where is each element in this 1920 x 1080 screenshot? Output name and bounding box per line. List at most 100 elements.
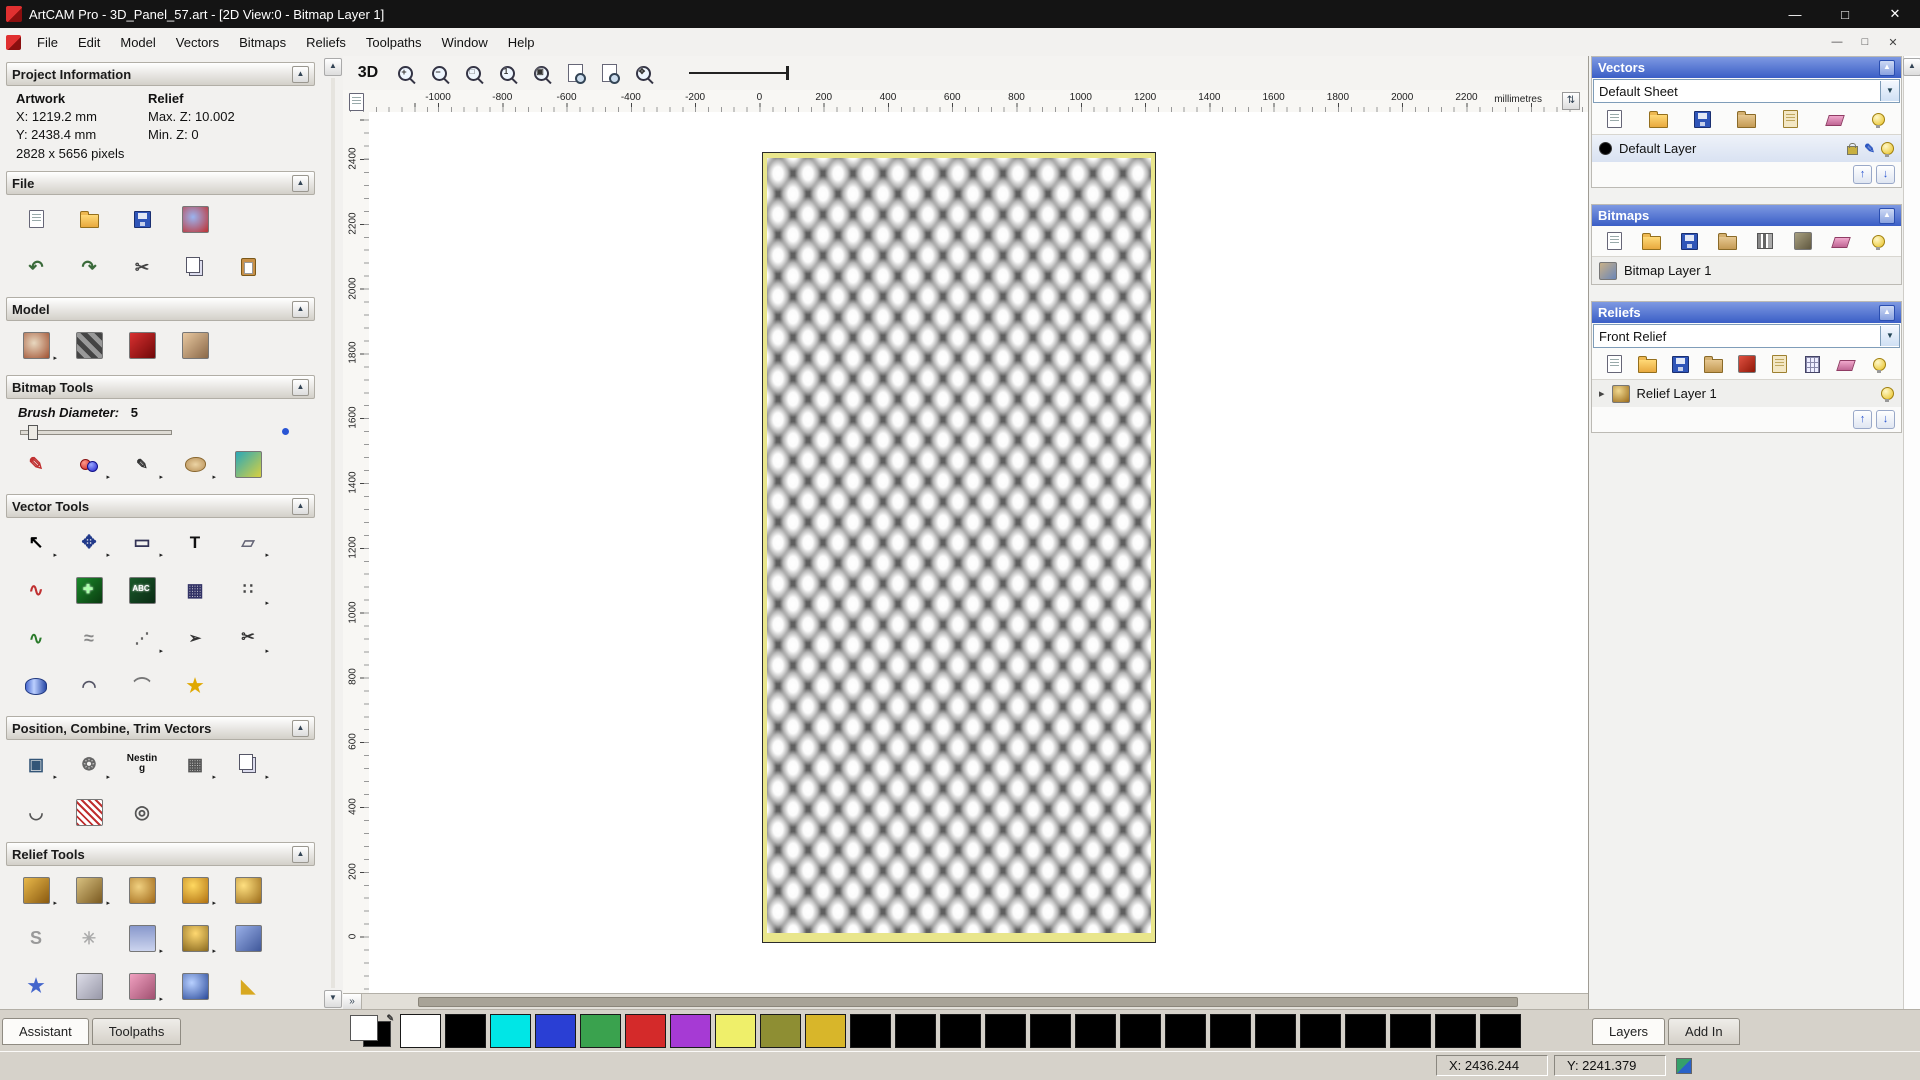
collapse-icon[interactable]: ▲	[292, 379, 309, 396]
trim-vectors-button[interactable]: ✂▸	[226, 618, 270, 658]
draw-button[interactable]: ✎▸	[120, 444, 164, 484]
collapse-icon[interactable]: ▲	[292, 846, 309, 863]
colour-swatch-10[interactable]	[850, 1014, 891, 1048]
file-section-header[interactable]: File ▲	[6, 171, 315, 195]
view-3d-button[interactable]: 3D	[351, 60, 385, 86]
relief-tools-header[interactable]: Relief Tools ▲	[6, 842, 315, 866]
new-vector-layer-button[interactable]	[1602, 108, 1626, 130]
texture-relief-button[interactable]	[226, 870, 270, 910]
bitmap-to-vector-button[interactable]: ∿	[14, 618, 58, 658]
canvas-h-scrollbar[interactable]: »	[343, 993, 1588, 1010]
canvas-2d[interactable]	[369, 112, 1588, 994]
fit-curve-button[interactable]: ≈	[67, 618, 111, 658]
weld-vectors-button[interactable]: ◡	[14, 792, 58, 832]
dropdown-icon[interactable]: ▼	[1880, 81, 1899, 101]
colour-swatch-16[interactable]	[1120, 1014, 1161, 1048]
colour-swatch-15[interactable]	[1075, 1014, 1116, 1048]
colour-swatch-0[interactable]	[400, 1014, 441, 1048]
bitmap-tools-header[interactable]: Bitmap Tools ▲	[6, 375, 315, 399]
move-layer-up-button[interactable]: ↑	[1853, 410, 1872, 429]
calculate-relief-button[interactable]	[1801, 353, 1825, 375]
edit-colour-icon[interactable]: ✎	[386, 1013, 394, 1024]
flyout-icon[interactable]: ▸	[53, 773, 57, 781]
zoom-slider[interactable]	[689, 65, 789, 81]
collapse-icon[interactable]: ▲	[292, 720, 309, 737]
nesting-button[interactable]: Nesting	[120, 744, 164, 784]
freeform-curve-button[interactable]: ⌒	[120, 666, 164, 706]
wrap-relief-button[interactable]	[226, 918, 270, 958]
import-relief-button[interactable]	[1701, 353, 1725, 375]
dome-relief-button[interactable]	[173, 966, 217, 1006]
export-relief-button[interactable]	[1768, 353, 1792, 375]
save-relief-layer-button[interactable]	[1668, 353, 1692, 375]
add-in-tab[interactable]: Add In	[1668, 1018, 1740, 1045]
ruler-spin-button[interactable]: ⇅	[1562, 92, 1580, 110]
new-bitmap-layer-button[interactable]	[1602, 230, 1626, 252]
flyout-icon[interactable]: ▸	[53, 354, 57, 362]
transform-vectors-button[interactable]: ✥▸	[67, 522, 111, 562]
menu-window[interactable]: Window	[432, 30, 498, 55]
colour-swatch-23[interactable]	[1435, 1014, 1476, 1048]
cross-hatch-button[interactable]	[67, 792, 111, 832]
open-vector-layer-button[interactable]	[1646, 108, 1670, 130]
flyout-icon[interactable]: ▸	[106, 899, 110, 907]
toggle-all-vector-layers-button[interactable]	[1867, 108, 1891, 130]
move-layer-down-button[interactable]: ↓	[1876, 410, 1895, 429]
menu-file[interactable]: File	[27, 30, 68, 55]
zoom-out-button[interactable]: −	[425, 60, 453, 86]
open-bitmap-layer-button[interactable]	[1640, 230, 1664, 252]
load-relief-button[interactable]: ▸	[14, 325, 58, 365]
colour-swatch-9[interactable]	[805, 1014, 846, 1048]
h-scrollbar-thumb[interactable]	[418, 997, 1518, 1007]
star-wizard-button[interactable]: ★	[14, 966, 58, 1006]
scroll-up-icon[interactable]: ▲	[324, 58, 342, 76]
edit-layer-icon[interactable]: ✎	[1864, 141, 1875, 157]
scroll-down-icon[interactable]: ▼	[324, 990, 342, 1008]
colour-swatch-19[interactable]	[1255, 1014, 1296, 1048]
assistant-scrollbar[interactable]: ▲ ▼	[324, 58, 342, 1008]
menu-model[interactable]: Model	[110, 30, 165, 55]
position-combine-trim-header[interactable]: Position, Combine, Trim Vectors ▲	[6, 716, 315, 740]
colour-swatch-5[interactable]	[625, 1014, 666, 1048]
convert-text-block-button[interactable]: ABC	[120, 570, 164, 610]
colour-swatch-4[interactable]	[580, 1014, 621, 1048]
flyout-icon[interactable]: ▸	[265, 551, 269, 559]
colour-swatch-3[interactable]	[535, 1014, 576, 1048]
export-vectors-button[interactable]	[1779, 108, 1803, 130]
menu-edit[interactable]: Edit	[68, 30, 110, 55]
dropdown-icon[interactable]: ▼	[1880, 326, 1899, 346]
bitmaps-panel-header[interactable]: Bitmaps ▲	[1592, 205, 1901, 226]
colour-swatch-14[interactable]	[1030, 1014, 1071, 1048]
relief-greyscale-preview[interactable]	[762, 152, 1156, 943]
vectors-panel-header[interactable]: Vectors ▲	[1592, 57, 1901, 78]
paint-button[interactable]: ✎	[14, 444, 58, 484]
cut-button[interactable]: ✂	[120, 247, 164, 287]
flyout-icon[interactable]: ▸	[106, 773, 110, 781]
sculpt-button[interactable]: ▸	[14, 870, 58, 910]
flyout-icon[interactable]: ▸	[265, 647, 269, 655]
vector-layer-row[interactable]: Default Layer ✎	[1592, 134, 1901, 162]
flyout-icon[interactable]: ▸	[212, 947, 216, 955]
colour-swatch-1[interactable]	[445, 1014, 486, 1048]
sheet-selector[interactable]: Default Sheet ▼	[1593, 79, 1900, 103]
save-model-button[interactable]	[120, 199, 164, 239]
create-rectangle-button[interactable]: ▭▸	[120, 522, 164, 562]
node-editing-button[interactable]: ✚	[67, 570, 111, 610]
maximize-button[interactable]: □	[1820, 0, 1870, 28]
bitmap-layer-row[interactable]: Bitmap Layer 1	[1592, 256, 1901, 284]
active-colour-swatch[interactable]: ✎	[348, 1013, 394, 1049]
flyout-icon[interactable]: ▸	[53, 551, 57, 559]
adjust-levels-button[interactable]	[1753, 230, 1777, 252]
flyout-icon[interactable]: ▸	[106, 551, 110, 559]
create-text-button[interactable]: T	[173, 522, 217, 562]
zoom-in-button[interactable]: +	[391, 60, 419, 86]
zoom-previous-page-button[interactable]	[561, 60, 589, 86]
vector-doctor-button[interactable]: ★	[173, 666, 217, 706]
scroll-up-icon[interactable]: ▲	[1903, 58, 1920, 76]
model-section-header[interactable]: Model ▲	[6, 297, 315, 321]
flyout-icon[interactable]: ▸	[159, 473, 163, 481]
minimize-button[interactable]: —	[1770, 0, 1820, 28]
group-vectors-button[interactable]: ▦▸	[173, 744, 217, 784]
colour-swatch-20[interactable]	[1300, 1014, 1341, 1048]
slider-track[interactable]	[20, 430, 172, 435]
